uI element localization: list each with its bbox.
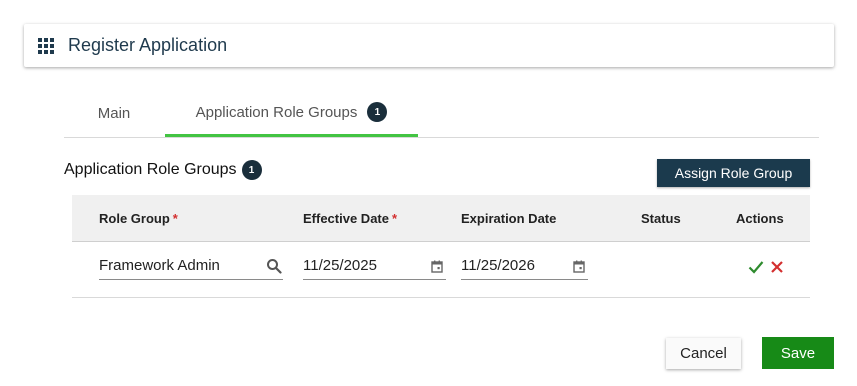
column-header-effective-date: Effective Date *	[303, 211, 398, 226]
section-title: Application Role Groups 1	[64, 160, 262, 180]
calendar-icon[interactable]	[570, 257, 588, 275]
cancel-button[interactable]: Cancel	[666, 338, 741, 369]
assign-role-group-button[interactable]: Assign Role Group	[657, 159, 810, 187]
tab-main[interactable]: Main	[64, 90, 164, 137]
tab-bar: Main Application Role Groups 1	[64, 90, 819, 138]
role-group-field	[99, 252, 283, 280]
column-header-actions: Actions	[736, 211, 784, 226]
required-marker: *	[391, 211, 398, 226]
save-button[interactable]: Save	[762, 337, 834, 369]
apps-grid-icon	[38, 37, 54, 54]
table-row	[72, 242, 810, 298]
tab-application-role-groups[interactable]: Application Role Groups 1	[165, 90, 418, 137]
discard-close-icon[interactable]	[770, 260, 784, 274]
calendar-icon[interactable]	[428, 257, 446, 275]
effective-date-input[interactable]	[303, 257, 446, 274]
table-header: Role Group * Effective Date * Expiration D…	[72, 195, 810, 242]
expiration-date-field	[461, 252, 588, 280]
search-icon[interactable]	[265, 257, 283, 275]
column-header-status: Status	[641, 211, 681, 226]
row-actions	[748, 260, 784, 274]
tab-main-label: Main	[97, 105, 131, 122]
expiration-date-input[interactable]	[461, 257, 588, 274]
tab-count-badge: 1	[367, 102, 388, 122]
tab-role-groups-label: Application Role Groups	[195, 103, 358, 121]
required-marker: *	[172, 211, 178, 226]
confirm-check-icon[interactable]	[748, 260, 764, 274]
page-title: Register Application	[68, 35, 228, 55]
column-header-role-group: Role Group *	[99, 211, 178, 226]
effective-date-field	[303, 252, 446, 280]
column-header-expiration-date: Expiration Date	[461, 211, 557, 226]
page-header: Register Application	[24, 24, 834, 67]
role-group-input[interactable]	[99, 257, 283, 274]
role-groups-table: Role Group * Effective Date * Expiration D…	[72, 195, 810, 298]
section-count-badge: 1	[241, 160, 262, 180]
section-title-text: Application Role Groups	[64, 161, 237, 178]
